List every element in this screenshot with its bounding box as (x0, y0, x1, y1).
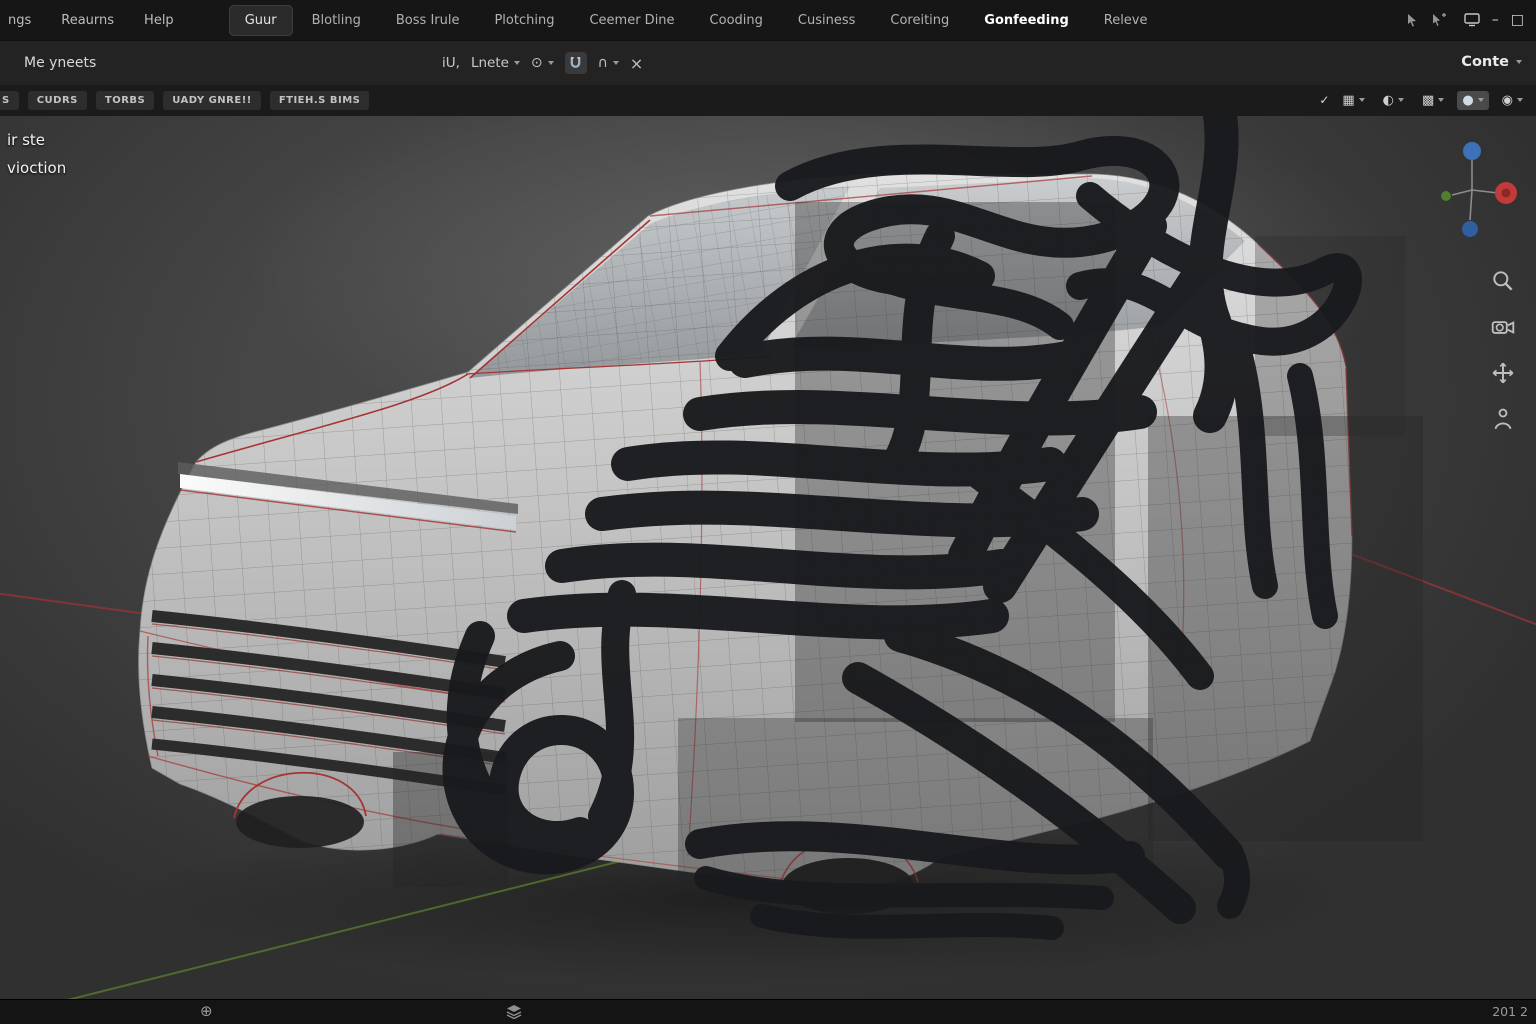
add-circle-icon[interactable]: ⊕ (200, 1002, 213, 1020)
orientation-value: Lnete (471, 55, 509, 71)
workspace-tab-4[interactable]: Ceemer Dine (573, 5, 690, 36)
chevron-down-icon (1438, 98, 1444, 102)
gizmo-z-axis[interactable] (1463, 142, 1481, 160)
context-dropdown[interactable]: Conte (1461, 40, 1522, 84)
workspace-tab-7[interactable]: Coreiting (874, 5, 965, 36)
wireframe-shading-icon: ▩ (1422, 94, 1434, 107)
proportional-edit-icon: ∩ (598, 55, 608, 71)
solid-shading-icon: ● (1462, 94, 1473, 107)
orientation-dropdown[interactable]: Lnete (471, 55, 520, 71)
shading-matcap-group[interactable]: ◐ (1378, 91, 1409, 110)
chevron-down-icon (1516, 60, 1522, 64)
transform-cluster: iU, Lnete ⊙ ∩ × (442, 41, 643, 85)
pivot-dropdown[interactable]: ⊙ (531, 55, 554, 71)
rendered-shading-icon: ◉ (1502, 94, 1513, 107)
layers-icon[interactable] (506, 1004, 522, 1019)
viewport-side-toolbar (1490, 268, 1516, 432)
shading-solid-group[interactable]: ● (1457, 91, 1488, 110)
frame-counter: 201 2 (1492, 1004, 1528, 1019)
menu-item-settings[interactable]: ngs (0, 13, 46, 28)
viewport-overlay-text-1: ir ste (7, 131, 45, 149)
shading-rendered-group[interactable]: ◉ (1497, 91, 1528, 110)
vheader-tab-4[interactable]: FTIEH.S BIMS (270, 91, 370, 110)
vheader-tab-0[interactable]: S (0, 91, 19, 110)
walk-navigation-icon[interactable] (1490, 406, 1516, 432)
navigation-gizmo[interactable] (1426, 134, 1518, 246)
chevron-down-icon (1398, 98, 1404, 102)
cursor-tools (1404, 12, 1448, 28)
move-view-icon[interactable] (1490, 360, 1516, 386)
mode-selector[interactable]: Me yneets (24, 41, 96, 85)
camera-view-icon[interactable] (1490, 314, 1516, 340)
display-mode-icon[interactable] (1464, 13, 1480, 27)
chevron-down-icon (613, 61, 619, 65)
workspace-tab-5[interactable]: Cooding (694, 5, 779, 36)
viewport-shading-cluster: ✓ ▦ ◐ ▩ ● ◉ (1319, 91, 1536, 110)
cursor-add-icon[interactable] (1430, 12, 1448, 28)
3d-viewport[interactable]: ir ste vioction (0, 116, 1536, 1000)
shading-wireframe-group[interactable]: ▩ (1417, 91, 1449, 110)
vheader-tab-3[interactable]: UADY GNRE!! (163, 91, 261, 110)
vheader-tab-1[interactable]: CUDRS (28, 91, 87, 110)
shading-texture-group[interactable]: ▦ (1337, 91, 1369, 110)
workspace-tab-3[interactable]: Plotching (478, 5, 570, 36)
top-menu-bar: ngs Reaurns Help Guur Blotling Boss Irul… (0, 0, 1536, 40)
texture-shading-icon: ▦ (1342, 94, 1354, 107)
proportional-dropdown[interactable]: ∩ (598, 55, 619, 71)
chevron-down-icon (1478, 98, 1484, 102)
menu-item-returns[interactable]: Reaurns (46, 13, 129, 28)
snap-magnet-button[interactable] (565, 52, 587, 74)
zoom-icon[interactable] (1490, 268, 1516, 294)
workspace-tab-2[interactable]: Boss Irule (380, 5, 476, 36)
cursor-icon[interactable] (1404, 12, 1420, 28)
chevron-down-icon (1517, 98, 1523, 102)
menu-item-help[interactable]: Help (129, 13, 189, 28)
status-bar: ⊕ 201 2 (0, 999, 1536, 1024)
check-icon: ✓ (1319, 93, 1329, 107)
3d-viewport-canvas[interactable] (0, 116, 1536, 1000)
workspace-tabs: Guur Blotling Boss Irule Plotching Ceeme… (229, 0, 1164, 40)
front-wheel (236, 796, 364, 848)
pivot-icon: ⊙ (531, 55, 543, 71)
viewport-overlay-text-2: vioction (7, 159, 66, 177)
chevron-down-icon (514, 61, 520, 65)
chevron-down-icon (1359, 98, 1365, 102)
window-controls: – □ (1464, 12, 1524, 28)
gizmo-z-negative[interactable] (1462, 221, 1478, 237)
viewport-header: S CUDRS TORBS UADY GNRE!! FTIEH.S BIMS ✓… (0, 84, 1536, 116)
chevron-down-icon (548, 61, 554, 65)
workspace-tab-0[interactable]: Guur (229, 5, 293, 36)
gizmo-y-axis[interactable] (1441, 191, 1451, 201)
tool-settings-bar: Me yneets iU, Lnete ⊙ ∩ × (0, 40, 1536, 85)
matcap-shading-icon: ◐ (1383, 94, 1394, 107)
magnet-icon (569, 57, 582, 70)
workspace-tab-6[interactable]: Cusiness (782, 5, 871, 36)
snap-prefix-label: iU, (442, 55, 460, 71)
context-label: Conte (1461, 54, 1509, 70)
minimize-button[interactable]: – (1492, 12, 1499, 28)
workspace-tab-1[interactable]: Blotling (296, 5, 377, 36)
restore-button[interactable]: □ (1511, 12, 1524, 28)
close-icon[interactable]: × (630, 54, 643, 73)
vheader-tab-2[interactable]: TORBS (96, 91, 154, 110)
workspace-tab-9[interactable]: Releve (1088, 5, 1164, 36)
workspace-tab-8[interactable]: Gonfeeding (968, 5, 1084, 36)
topbar-right-cluster: – □ (1404, 12, 1536, 28)
